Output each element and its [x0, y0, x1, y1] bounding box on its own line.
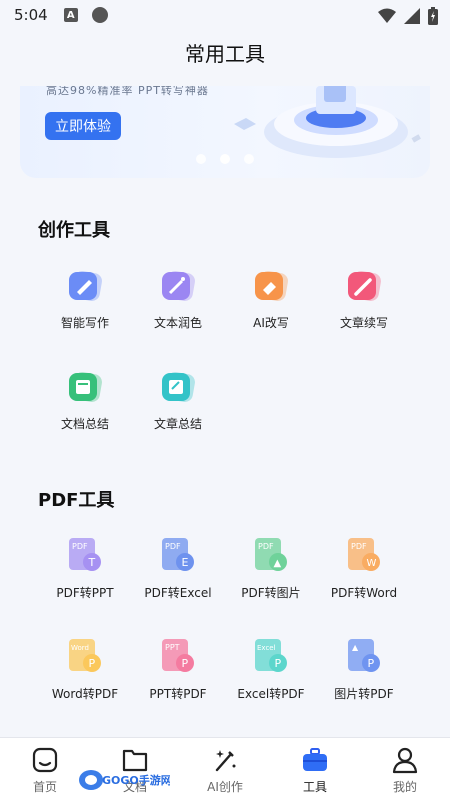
ppt-to-pdf-icon: PPT P: [158, 637, 198, 677]
banner-dot[interactable]: [196, 154, 206, 164]
icon-badge: ▲: [274, 558, 282, 569]
tool-text-polish[interactable]: 文本润色: [133, 266, 223, 331]
tool-label: 文本润色: [153, 316, 202, 330]
tool-excel-to-pdf[interactable]: Excel P Excel转PDF: [226, 637, 316, 702]
icon-badge: W: [367, 558, 377, 569]
icon-top-text: Word: [71, 644, 89, 652]
excel-to-pdf-icon: Excel P: [251, 637, 291, 677]
tab-label: 首页: [32, 780, 57, 794]
pdf-to-excel-icon: PDF E: [158, 536, 198, 576]
signal-icon: [404, 8, 420, 24]
tool-pdf-to-image[interactable]: PDF ▲ PDF转图片: [226, 536, 316, 601]
page-title: 常用工具: [185, 42, 265, 66]
tool-ppt-to-pdf[interactable]: PPT P PPT转PDF: [133, 637, 223, 702]
tool-label: PDF转Word: [330, 586, 398, 600]
profile-icon: [392, 747, 418, 774]
icon-top-text: PDF: [72, 542, 88, 551]
promo-banner[interactable]: 高达98%精准率 PPT转写神器 立即体验: [20, 86, 430, 178]
tool-smart-writing[interactable]: 智能写作: [40, 266, 130, 331]
tool-label: AI改写: [253, 316, 289, 330]
pdf-tools-title: PDF工具: [38, 490, 115, 511]
pdf-to-image-icon: PDF ▲: [251, 536, 291, 576]
tool-label: Excel转PDF: [237, 687, 305, 701]
tool-label: Word转PDF: [51, 687, 119, 701]
icon-top-text: Excel: [257, 644, 276, 652]
tool-label: 文章续写: [339, 316, 388, 330]
tab-label: AI创作: [207, 780, 243, 794]
home-icon: [32, 747, 58, 773]
tool-article-summary[interactable]: 文章总结: [133, 367, 223, 432]
tool-label: 文章总结: [153, 417, 202, 431]
tool-ai-rewrite[interactable]: AI改写: [226, 266, 316, 331]
image-to-pdf-icon: ▲ P: [344, 637, 384, 677]
bottom-tab-bar: 首页 文档 AI创作 工具 我的: [0, 737, 450, 800]
tool-label: PDF转PPT: [56, 586, 114, 600]
banner-subtitle: 高达98%精准率 PPT转写神器: [46, 86, 209, 97]
magic-wand-icon: [215, 750, 236, 772]
notification-a-icon: A: [63, 8, 78, 22]
banner-dot[interactable]: [244, 154, 254, 164]
icon-top-text: PDF: [165, 542, 181, 551]
icon-top-text: PDF: [258, 542, 274, 551]
tab-home[interactable]: 首页: [0, 738, 90, 800]
tool-article-continue[interactable]: 文章续写: [319, 266, 409, 331]
smart-writing-icon: [65, 266, 105, 306]
pdf-to-word-icon: PDF W: [344, 536, 384, 576]
tool-image-to-pdf[interactable]: ▲ P 图片转PDF: [319, 637, 409, 702]
status-bar: 5:04 A: [0, 0, 450, 30]
text-polish-icon: [158, 266, 198, 306]
tool-word-to-pdf[interactable]: Word P Word转PDF: [40, 637, 130, 702]
tool-label: PDF转Excel: [144, 586, 212, 600]
tool-label: 图片转PDF: [334, 687, 394, 701]
tool-label: 文档总结: [60, 417, 109, 431]
tool-label: 智能写作: [60, 316, 109, 330]
word-to-pdf-icon: Word P: [65, 637, 105, 677]
banner-dot-active[interactable]: [220, 154, 230, 164]
icon-badge: P: [182, 657, 189, 670]
battery-icon: [428, 7, 438, 25]
try-now-button[interactable]: 立即体验: [45, 112, 121, 140]
watermark-text: GOGO手游网: [102, 773, 170, 787]
article-summary-icon: [158, 367, 198, 407]
banner-pagination: [196, 154, 254, 164]
icon-badge: P: [89, 657, 96, 670]
icon-badge: E: [182, 556, 189, 569]
pdf-to-ppt-icon: PDF T: [65, 536, 105, 576]
create-tools-title: 创作工具: [38, 220, 110, 241]
article-continue-icon: [344, 266, 384, 306]
tab-profile[interactable]: 我的: [360, 738, 450, 800]
icon-badge: T: [88, 556, 96, 569]
tab-label: 我的: [392, 780, 417, 794]
tool-pdf-to-word[interactable]: PDF W PDF转Word: [319, 536, 409, 601]
tool-pdf-to-excel[interactable]: PDF E PDF转Excel: [133, 536, 223, 601]
icon-badge: P: [275, 657, 282, 670]
document-summary-icon: [65, 367, 105, 407]
site-watermark-logo: GOGO手游网: [79, 770, 170, 790]
notification-dot-icon: [91, 7, 108, 23]
tool-label: PPT转PDF: [149, 687, 207, 701]
tab-label: 工具: [302, 780, 327, 794]
icon-badge: P: [368, 657, 375, 670]
tool-label: PDF转图片: [241, 586, 301, 600]
tab-tools[interactable]: 工具: [270, 738, 360, 800]
tool-document-summary[interactable]: 文档总结: [40, 367, 130, 432]
status-time: 5:04: [14, 6, 48, 24]
tool-pdf-to-ppt[interactable]: PDF T PDF转PPT: [40, 536, 130, 601]
ai-rewrite-icon: [251, 266, 291, 306]
status-indicators: [378, 7, 438, 25]
toolbox-icon: [303, 748, 327, 771]
tab-ai-create[interactable]: AI创作: [180, 738, 270, 800]
wifi-icon: [378, 8, 396, 23]
icon-top-text: ▲: [352, 643, 359, 652]
icon-top-text: PPT: [165, 643, 180, 652]
icon-top-text: PDF: [351, 542, 367, 551]
